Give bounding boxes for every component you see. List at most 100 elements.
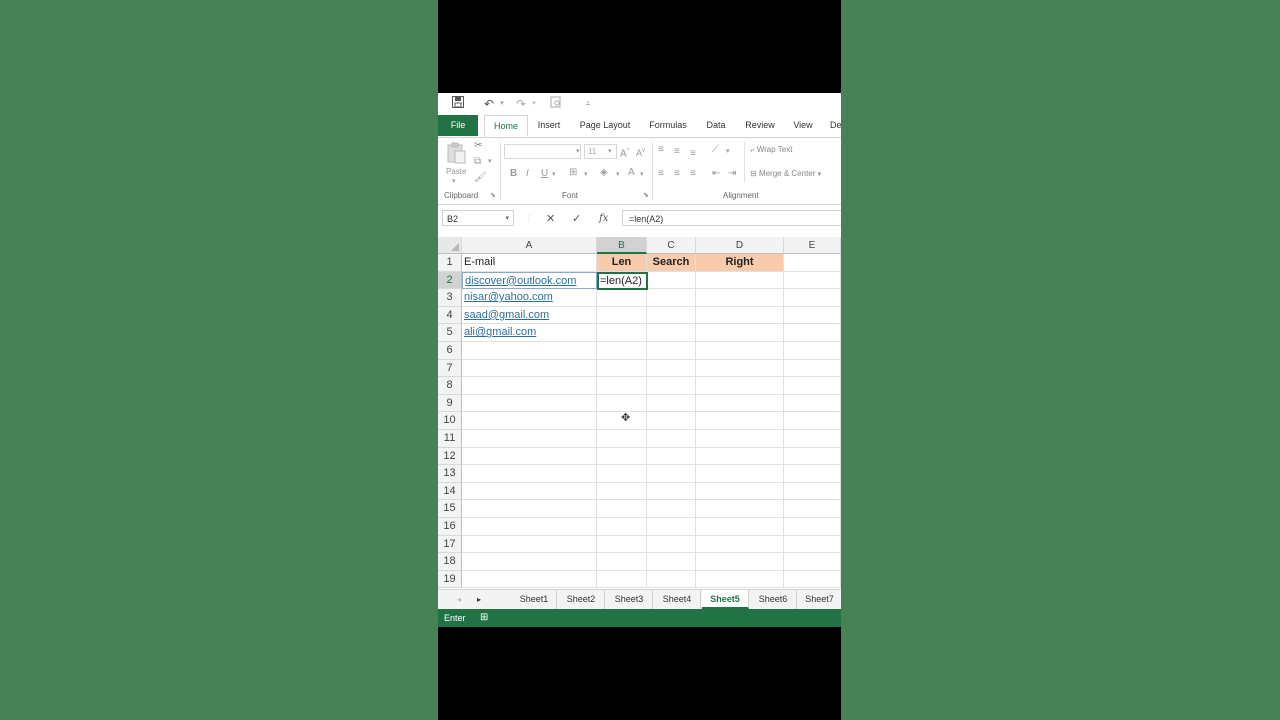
cell-b15[interactable] <box>597 500 647 518</box>
cell-b11[interactable] <box>597 430 647 448</box>
cell-e4[interactable] <box>784 306 841 325</box>
cell-c2[interactable] <box>647 271 696 290</box>
orientation-icon[interactable]: ⟋ <box>712 144 719 156</box>
cell-b18[interactable] <box>597 553 647 571</box>
increase-font-icon[interactable]: A^ <box>620 145 630 160</box>
cell-e14[interactable] <box>784 482 841 501</box>
cell-c4[interactable] <box>647 306 696 325</box>
row-header-18[interactable]: 18 <box>438 553 462 571</box>
cell-b13[interactable] <box>597 465 647 483</box>
cell-c9[interactable] <box>647 394 696 413</box>
cell-e11[interactable] <box>784 430 841 448</box>
insert-function-icon[interactable]: fx <box>599 213 608 225</box>
cell-b8[interactable] <box>597 377 647 395</box>
cell-d16[interactable] <box>696 518 784 536</box>
row-header-3[interactable]: 3 <box>438 289 462 307</box>
font-name-chevron-icon[interactable]: ▾ <box>576 146 580 158</box>
cell-e13[interactable] <box>784 465 841 483</box>
copy-dropdown-icon[interactable]: ▾ <box>488 156 492 168</box>
cell-c6[interactable] <box>647 342 696 360</box>
sheet-tab-7[interactable]: Sheet7 <box>798 590 841 609</box>
increase-indent-icon[interactable]: ⇥ <box>728 168 736 180</box>
cell-a11[interactable] <box>462 430 597 448</box>
cell-a3[interactable]: nisar@yahoo.com <box>462 289 597 307</box>
cell-c8[interactable] <box>647 377 696 395</box>
cell-b19[interactable] <box>597 570 647 589</box>
cell-e5[interactable] <box>784 324 841 342</box>
cell-e3[interactable] <box>784 289 841 307</box>
row-header-8[interactable]: 8 <box>438 377 462 395</box>
cell-a18[interactable] <box>462 553 597 571</box>
clipboard-launcher-icon[interactable]: ⬊ <box>490 190 496 202</box>
cell-d8[interactable] <box>696 377 784 395</box>
cell-c12[interactable] <box>647 447 696 466</box>
cell-e17[interactable] <box>784 535 841 554</box>
cell-d14[interactable] <box>696 482 784 501</box>
cell-a14[interactable] <box>462 482 597 501</box>
name-box[interactable]: B2 ▾ <box>442 210 514 226</box>
underline-button[interactable]: U <box>541 168 548 180</box>
sheet-tab-1[interactable]: Sheet1 <box>512 590 557 609</box>
sheet-tab-2[interactable]: Sheet2 <box>558 590 605 609</box>
paste-icon[interactable] <box>446 142 466 164</box>
tab-insert[interactable]: Insert <box>534 115 564 136</box>
cell-e7[interactable] <box>784 359 841 378</box>
scroll-tabs-right-icon[interactable]: ▸ <box>474 590 484 609</box>
cell-e16[interactable] <box>784 518 841 536</box>
align-right-icon[interactable]: ≡ <box>690 168 696 180</box>
sheet-tab-6[interactable]: Sheet6 <box>750 590 797 609</box>
macro-recording-icon[interactable]: ⊞ <box>480 609 488 627</box>
row-header-6[interactable]: 6 <box>438 342 462 360</box>
undo-dropdown-icon[interactable]: ▾ <box>498 96 506 112</box>
row-header-4[interactable]: 4 <box>438 306 462 325</box>
font-size-chevron-icon[interactable]: ▾ <box>608 146 612 158</box>
cell-e1[interactable] <box>784 254 841 272</box>
cell-e8[interactable] <box>784 377 841 395</box>
font-color-dropdown-icon[interactable]: ▾ <box>640 169 644 181</box>
decrease-font-icon[interactable]: Av <box>636 145 645 159</box>
align-left-icon[interactable]: ≡ <box>658 168 664 180</box>
cell-d11[interactable] <box>696 430 784 448</box>
fill-color-icon[interactable]: ◈ <box>600 167 608 179</box>
cell-a16[interactable] <box>462 518 597 536</box>
row-header-15[interactable]: 15 <box>438 500 462 518</box>
cell-c1[interactable]: Search <box>647 254 696 272</box>
cell-d7[interactable] <box>696 359 784 378</box>
sheet-tab-4[interactable]: Sheet4 <box>654 590 701 609</box>
row-header-2[interactable]: 2 <box>438 271 462 290</box>
cell-d13[interactable] <box>696 465 784 483</box>
cell-a17[interactable] <box>462 535 597 554</box>
borders-dropdown-icon[interactable]: ▾ <box>584 169 588 181</box>
column-header-d[interactable]: D <box>696 237 784 254</box>
bold-button[interactable]: B <box>510 168 517 180</box>
cell-a2[interactable]: discover@outlook.com <box>462 271 597 290</box>
cell-c5[interactable] <box>647 324 696 342</box>
format-painter-icon[interactable]: 🖌 <box>474 172 487 184</box>
cell-c7[interactable] <box>647 359 696 378</box>
cell-b5[interactable] <box>597 324 647 342</box>
italic-button[interactable]: I <box>526 168 529 180</box>
row-header-1[interactable]: 1 <box>438 254 462 272</box>
column-header-b[interactable]: B <box>597 237 647 254</box>
merge-center-button[interactable]: ⊟ Merge & Center ▾ <box>750 168 821 181</box>
cell-b3[interactable] <box>597 289 647 307</box>
paste-dropdown-icon[interactable]: ▾ <box>452 176 456 188</box>
cell-b16[interactable] <box>597 518 647 536</box>
tab-page-layout[interactable]: Page Layout <box>576 115 634 136</box>
decrease-indent-icon[interactable]: ⇤ <box>712 168 720 180</box>
print-preview-icon[interactable] <box>549 96 563 112</box>
row-header-12[interactable]: 12 <box>438 447 462 466</box>
cell-d5[interactable] <box>696 324 784 342</box>
cut-icon[interactable]: ✂ <box>474 140 482 152</box>
cell-d3[interactable] <box>696 289 784 307</box>
tab-data[interactable]: Data <box>702 115 730 136</box>
cell-a7[interactable] <box>462 359 597 378</box>
confirm-entry-icon[interactable]: ✓ <box>572 213 581 225</box>
tab-file[interactable]: File <box>438 115 478 136</box>
cell-e10[interactable] <box>784 412 841 430</box>
row-header-11[interactable]: 11 <box>438 430 462 448</box>
font-name-dropdown[interactable] <box>504 144 581 159</box>
cell-a5[interactable]: ali@gmail.com <box>462 324 597 342</box>
cell-a13[interactable] <box>462 465 597 483</box>
cell-b1[interactable]: Len <box>597 254 647 272</box>
